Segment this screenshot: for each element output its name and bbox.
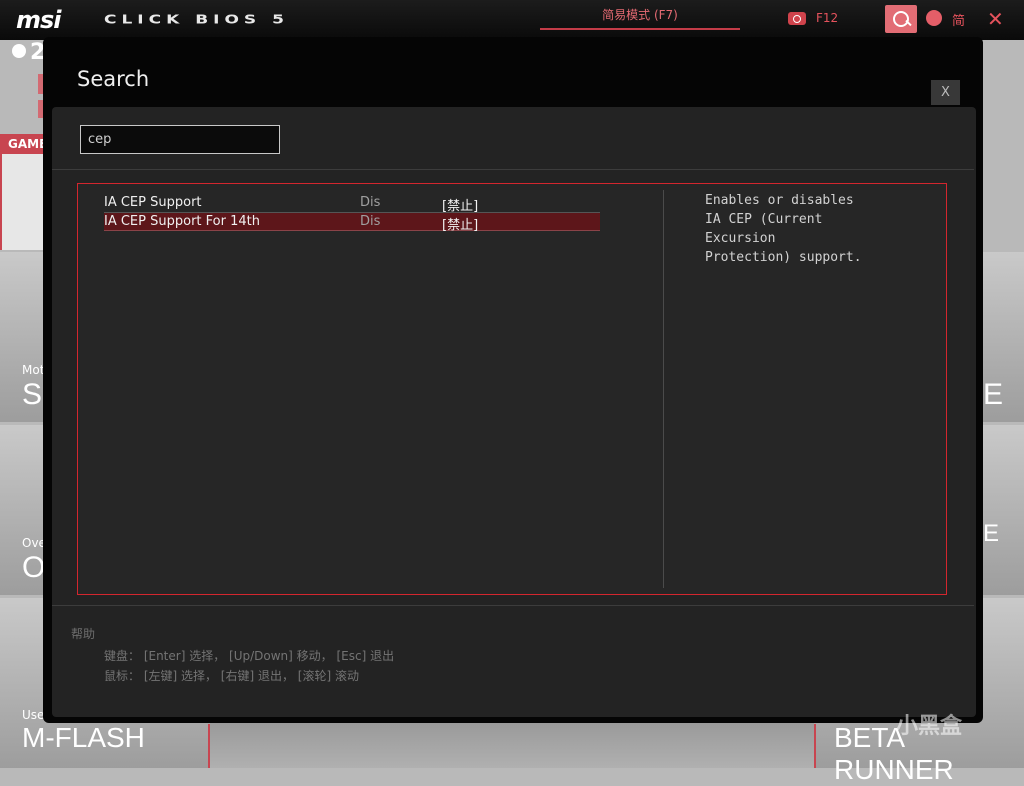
tile-small-label: Mot — [22, 363, 45, 377]
tile-big-label: M-FLASH — [22, 722, 145, 753]
screenshot-key-label[interactable]: F12 — [816, 11, 838, 25]
keyboard-help: 键盘： [Enter] 选择， [Up/Down] 移动， [Esc] 退出 — [104, 649, 395, 663]
bottom-strip — [210, 723, 814, 768]
top-bar: msi CLICK BIOS 5 简易模式 (F7) F12 简 ✕ — [0, 0, 1024, 40]
clock-icon — [12, 44, 26, 58]
dialog-title: Search — [77, 67, 150, 91]
result-row[interactable]: IA CEP Support Dis [禁止] — [104, 194, 600, 214]
tile-border — [208, 724, 210, 768]
divider — [52, 605, 974, 606]
result-value: Dis — [360, 195, 381, 210]
close-icon[interactable]: ✕ — [987, 7, 1004, 31]
ez-mode-button[interactable]: 简易模式 (F7) — [540, 4, 740, 30]
mouse-help: 鼠标： [左键] 选择， [右键] 退出， [滚轮] 滚动 — [104, 669, 359, 683]
bios-title: CLICK BIOS 5 — [104, 12, 289, 27]
watermark-text: 小黑盒 — [896, 714, 963, 739]
dialog-body: IA CEP Support Dis [禁止] IA CEP Support F… — [52, 107, 976, 717]
right-tile[interactable] — [983, 425, 1024, 595]
search-icon[interactable] — [885, 5, 917, 33]
camera-icon[interactable] — [788, 12, 806, 25]
result-value: Dis — [360, 214, 381, 229]
game-boost-panel[interactable] — [0, 154, 44, 250]
right-tile-label: E — [983, 520, 1000, 547]
tile-big-label: O — [22, 551, 46, 584]
search-dialog: Search X IA CEP Support Dis [禁止] IA CEP … — [43, 37, 983, 723]
msi-logo: msi — [16, 6, 62, 34]
tile-border — [814, 724, 816, 768]
result-row-selected[interactable]: IA CEP Support For 14th Dis [禁止] — [104, 213, 600, 233]
help-title: 帮助 — [71, 627, 96, 641]
help-description: Enables or disables IA CEP (Current Excu… — [705, 193, 862, 265]
tile-small-label: Use — [22, 708, 45, 722]
result-name: IA CEP Support For 14th — [104, 214, 260, 229]
result-option: [禁止] — [442, 218, 479, 233]
search-results-panel: IA CEP Support Dis [禁止] IA CEP Support F… — [77, 183, 947, 595]
right-tile-label: E — [983, 378, 1004, 411]
panel-divider — [663, 190, 664, 588]
language-label[interactable]: 简 — [952, 10, 965, 29]
globe-icon[interactable] — [926, 10, 942, 26]
dialog-close-button[interactable]: X — [931, 80, 960, 105]
result-name: IA CEP Support — [104, 195, 202, 210]
game-boost-tab[interactable]: GAME — [0, 134, 47, 154]
divider — [52, 169, 974, 170]
search-input[interactable] — [80, 125, 280, 154]
